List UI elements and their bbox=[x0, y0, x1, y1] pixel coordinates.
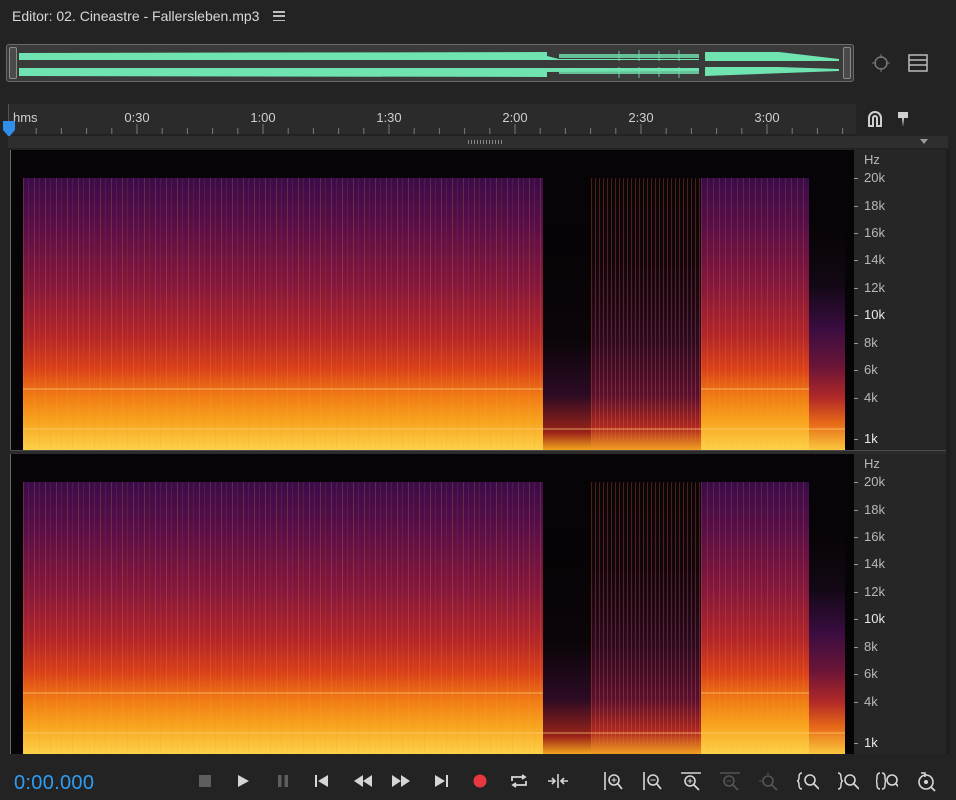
hz-label: 6k bbox=[864, 362, 878, 377]
panel-options-arrow-icon[interactable] bbox=[920, 139, 928, 144]
spectral-region bbox=[701, 178, 809, 450]
play-icon[interactable] bbox=[232, 770, 254, 792]
scrollbar-grip[interactable] bbox=[468, 140, 502, 144]
marker-pin-icon[interactable] bbox=[896, 110, 910, 133]
transport-bar: 0:00.000 bbox=[0, 762, 956, 800]
zoom-out-full-icon[interactable] bbox=[758, 770, 780, 792]
pause-icon[interactable] bbox=[272, 770, 294, 792]
hz-label: 16k bbox=[864, 225, 885, 240]
ruler-tick-label: 0:30 bbox=[124, 110, 150, 125]
hz-label: 10k bbox=[864, 611, 885, 626]
spectral-region bbox=[23, 178, 543, 450]
loop-icon[interactable] bbox=[508, 770, 530, 792]
hz-label: 8k bbox=[864, 335, 878, 350]
spectral-region bbox=[23, 482, 543, 754]
hz-label: 6k bbox=[864, 666, 878, 681]
magnet-icon[interactable] bbox=[866, 110, 884, 133]
hz-label: 12k bbox=[864, 584, 885, 599]
overview-waveform bbox=[19, 50, 839, 78]
skip-to-start-icon[interactable] bbox=[311, 770, 333, 792]
frequency-scale-left[interactable]: Hz 20k 18k 16k 14k 12k 10k 8k 6k 4k 1k bbox=[854, 150, 948, 450]
zoom-in-selection-left-icon[interactable] bbox=[797, 770, 819, 792]
spectral-region bbox=[809, 230, 845, 450]
hz-unit-label: Hz bbox=[864, 152, 880, 167]
hz-label: 20k bbox=[864, 474, 885, 489]
vertical-scrollbar[interactable] bbox=[946, 150, 950, 754]
zoom-out-amplitude-icon[interactable] bbox=[641, 770, 663, 792]
spectrogram-channel-right[interactable] bbox=[10, 454, 854, 754]
zoom-in-selection-right-icon[interactable] bbox=[837, 770, 859, 792]
zoom-in-time-icon[interactable] bbox=[680, 770, 702, 792]
ruler-tick-label: 1:30 bbox=[376, 110, 402, 125]
hz-label: 10k bbox=[864, 307, 885, 322]
hz-label: 14k bbox=[864, 556, 885, 571]
spectral-region bbox=[543, 534, 591, 754]
hz-label: 20k bbox=[864, 170, 885, 185]
waveform-overview[interactable] bbox=[6, 44, 854, 82]
hz-label: 4k bbox=[864, 390, 878, 405]
zoom-out-time-icon[interactable] bbox=[719, 770, 741, 792]
rewind-icon[interactable] bbox=[352, 770, 374, 792]
panel-menu-icon[interactable] bbox=[273, 11, 286, 21]
fast-forward-icon[interactable] bbox=[390, 770, 412, 792]
record-icon[interactable] bbox=[469, 770, 491, 792]
zoom-in-amplitude-icon[interactable] bbox=[602, 770, 624, 792]
stop-icon[interactable] bbox=[194, 770, 216, 792]
hz-label: 16k bbox=[864, 529, 885, 544]
hz-label: 4k bbox=[864, 694, 878, 709]
spectral-region bbox=[701, 482, 809, 754]
spectral-region bbox=[543, 230, 591, 450]
time-ruler[interactable]: hms 0:30 1:00 1:30 2:00 2:30 3:00 bbox=[8, 104, 856, 134]
zoom-to-selection-icon[interactable] bbox=[876, 770, 898, 792]
ruler-unit: hms bbox=[13, 110, 38, 125]
spectrogram-channel-left[interactable] bbox=[10, 150, 854, 450]
hz-label: 1k bbox=[864, 431, 878, 446]
hz-label: 8k bbox=[864, 639, 878, 654]
ruler-tick-label: 2:30 bbox=[628, 110, 654, 125]
list-view-icon[interactable] bbox=[907, 52, 929, 74]
skip-to-end-icon[interactable] bbox=[430, 770, 452, 792]
ruler-tick-label: 3:00 bbox=[754, 110, 780, 125]
editor-title: Editor: 02. Cineastre - Fallersleben.mp3 bbox=[12, 8, 260, 24]
hz-label: 18k bbox=[864, 502, 885, 517]
editor-title-bar: Editor: 02. Cineastre - Fallersleben.mp3 bbox=[0, 0, 956, 32]
hz-unit-label: Hz bbox=[864, 456, 880, 471]
frequency-scale-right[interactable]: Hz 20k 18k 16k 14k 12k 10k 8k 6k 4k 1k bbox=[854, 454, 948, 754]
hz-label: 14k bbox=[864, 252, 885, 267]
horizontal-scrollbar[interactable] bbox=[8, 136, 948, 148]
skip-selection-icon[interactable] bbox=[547, 770, 569, 792]
hz-label: 1k bbox=[864, 735, 878, 750]
spectral-region bbox=[591, 178, 701, 450]
overview-right-handle[interactable] bbox=[843, 47, 851, 79]
ruler-tick-label: 2:00 bbox=[502, 110, 528, 125]
zoom-target-icon[interactable] bbox=[870, 52, 892, 74]
current-time-display[interactable]: 0:00.000 bbox=[14, 772, 94, 795]
hz-label: 18k bbox=[864, 198, 885, 213]
overview-left-handle[interactable] bbox=[9, 47, 17, 79]
ruler-tick-label: 1:00 bbox=[250, 110, 276, 125]
spectral-region bbox=[809, 534, 845, 754]
reset-zoom-icon[interactable] bbox=[915, 770, 937, 792]
spectral-region bbox=[591, 482, 701, 754]
hz-label: 12k bbox=[864, 280, 885, 295]
